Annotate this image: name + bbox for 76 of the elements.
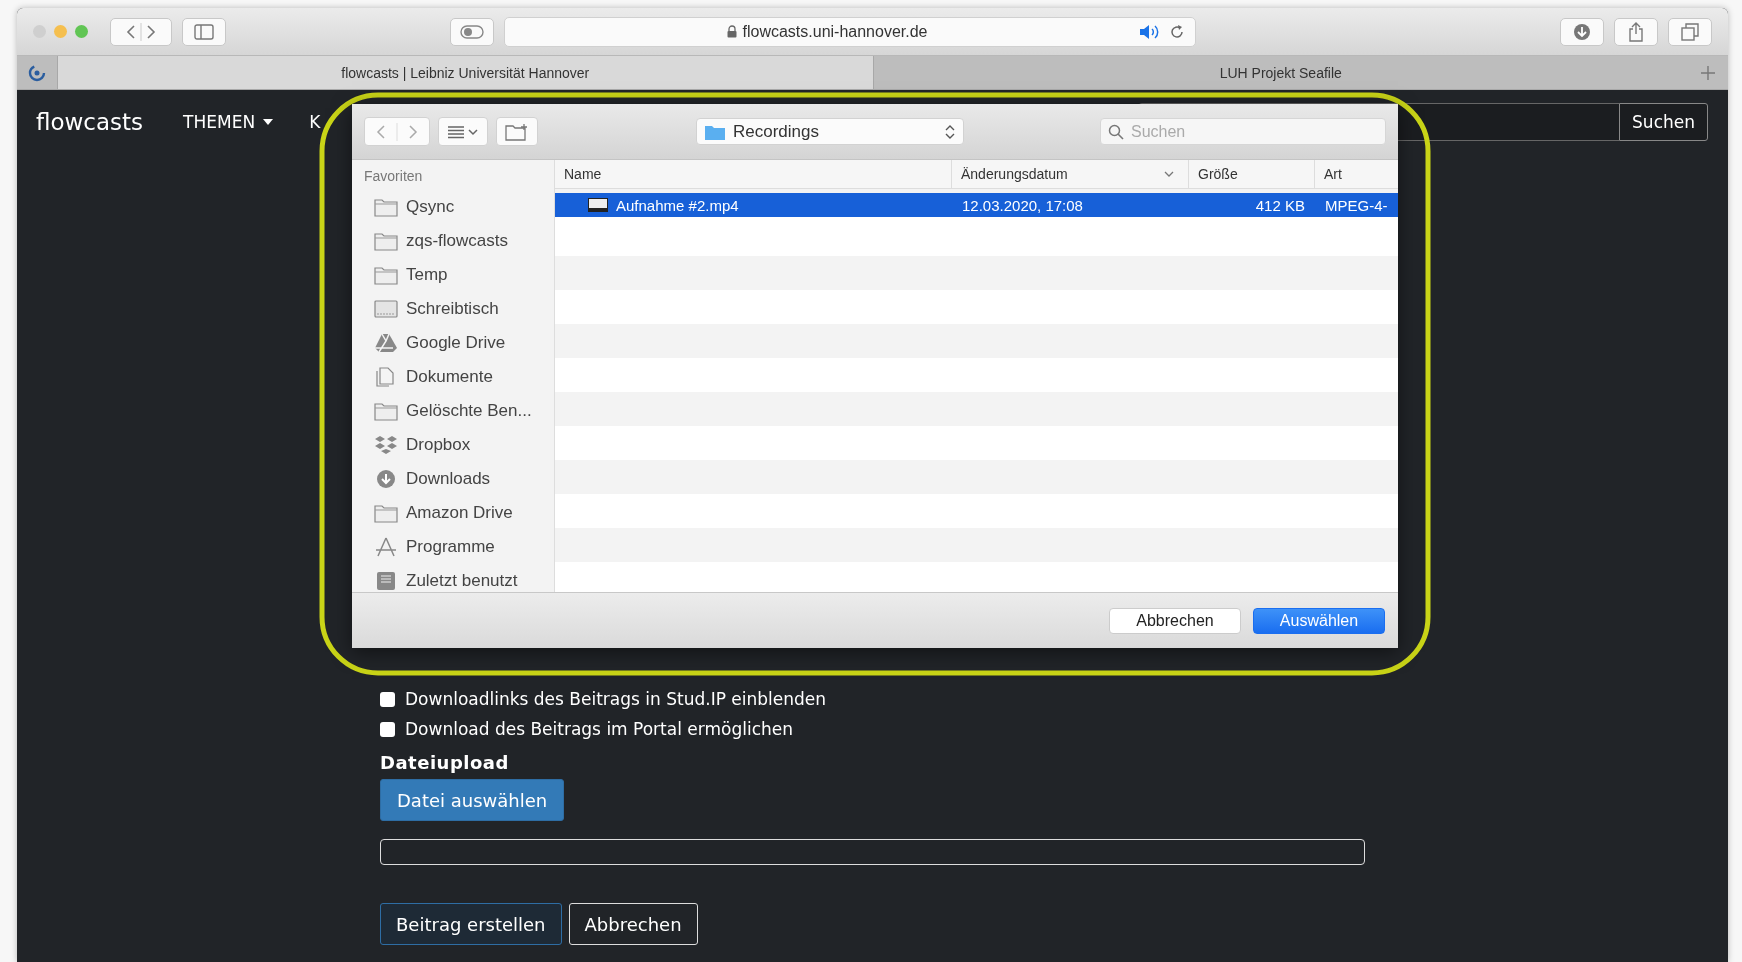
plus-icon[interactable]	[1700, 64, 1716, 81]
sidebar-item[interactable]: Downloads	[406, 469, 491, 489]
back-forward-buttons[interactable]	[110, 17, 172, 46]
folder-icon	[374, 265, 398, 285]
address-bar[interactable]: flowcasts.uni-hannover.de	[504, 16, 1196, 47]
folder-icon	[374, 503, 398, 523]
download-icon	[374, 469, 398, 489]
desktop-icon	[374, 299, 398, 319]
location-popup[interactable]: Recordings	[696, 118, 964, 145]
checkbox-label: Download des Beitrags im Portal ermöglichen	[405, 719, 794, 739]
choose-file-button[interactable]: Datei auswählen	[380, 779, 565, 821]
column-header[interactable]: Name	[555, 160, 952, 188]
table-cell: 412 KB	[1255, 196, 1305, 214]
search-button[interactable]: Suchen	[1619, 103, 1708, 141]
sidebar-item[interactable]: Zuletzt benutzt	[406, 571, 518, 591]
checkbox-label: Downloadlinks des Beitrags in Stud.IP einblenden	[405, 689, 827, 709]
sidebar-item[interactable]: Gelöschte Ben...	[406, 401, 532, 421]
sidebar-heading: Favoriten	[364, 168, 424, 184]
checkbox[interactable]	[380, 721, 395, 737]
table-cell: MPEG-4-	[1325, 196, 1388, 214]
sidebar-button[interactable]	[182, 17, 226, 46]
tabs-overview-button[interactable]	[1668, 17, 1712, 46]
sidebar-item[interactable]: Schreibtisch	[406, 299, 499, 319]
column-header[interactable]: Art	[1315, 160, 1398, 188]
share-icon	[1628, 21, 1644, 42]
search-field[interactable]: Suchen	[1100, 118, 1386, 145]
site-brand[interactable]: flowcasts	[36, 109, 144, 135]
nav-menu-item[interactable]: K	[309, 112, 321, 132]
new-folder-icon	[505, 122, 529, 141]
folder-icon	[374, 401, 398, 421]
sidebar-item[interactable]: zqs-flowcasts	[406, 231, 509, 251]
sidebar-item[interactable]: Dropbox	[406, 435, 471, 455]
new-folder-button[interactable]	[496, 117, 538, 146]
reader-toggle-button[interactable]	[450, 17, 494, 46]
tabs-icon	[1681, 22, 1699, 41]
download-button[interactable]	[1560, 17, 1604, 46]
download-icon	[1573, 22, 1591, 41]
checkbox[interactable]	[380, 691, 395, 707]
sidebar-item[interactable]: Temp	[406, 265, 448, 285]
table-cell: Aufnahme #2.mp4	[616, 196, 739, 214]
column-header[interactable]: Größe	[1189, 160, 1315, 188]
browser-tab[interactable]: flowcasts | Leibniz Universität Hannover	[57, 56, 873, 89]
apps-icon	[374, 537, 398, 557]
triangle-drive-icon	[374, 333, 398, 353]
sidebar-item[interactable]: Dokumente	[406, 367, 493, 387]
table-cell: 12.03.2020, 17:08	[962, 196, 1083, 214]
folder-icon	[374, 197, 398, 217]
url-text: flowcasts.uni-hannover.de	[742, 22, 928, 41]
sidebar-item[interactable]: Programme	[406, 537, 495, 557]
nav-menu-item[interactable]: THEMEN	[183, 112, 274, 132]
list-view-icon	[447, 124, 479, 139]
dialog-button[interactable]: Auswählen	[1253, 607, 1385, 634]
video-file-icon	[588, 198, 608, 212]
up-down-arrows-icon	[945, 123, 955, 140]
speaker-icon[interactable]	[1139, 23, 1161, 40]
sort-caret-icon	[1164, 171, 1174, 177]
view-options-button[interactable]	[438, 117, 488, 146]
folder-icon	[374, 231, 398, 251]
folder-icon	[705, 123, 725, 140]
column-header[interactable]: Änderungsdatum	[952, 160, 1189, 188]
form-button[interactable]: Abbrechen	[568, 903, 698, 945]
reload-icon[interactable]	[1169, 23, 1185, 40]
file-row[interactable]: Aufnahme #2.mp4 12.03.2020, 17:08 412 KB MPEG-4-	[555, 193, 1398, 217]
dropbox-icon	[374, 435, 398, 455]
section-heading: Dateiupload	[380, 752, 510, 773]
sidebar-item[interactable]: Qsync	[406, 197, 455, 217]
sidebar-item[interactable]: Amazon Drive	[406, 503, 513, 523]
sidebar-icon	[194, 23, 214, 40]
toggle-icon	[460, 24, 484, 39]
sidebar-item[interactable]: Google Drive	[406, 333, 506, 353]
share-button[interactable]	[1614, 17, 1658, 46]
form-button[interactable]: Beitrag erstellen	[380, 903, 562, 945]
lock-icon	[726, 25, 737, 38]
dialog-button[interactable]: Abbrechen	[1109, 607, 1241, 634]
caret-icon	[263, 119, 274, 125]
window-controls-icon[interactable]	[33, 25, 88, 38]
